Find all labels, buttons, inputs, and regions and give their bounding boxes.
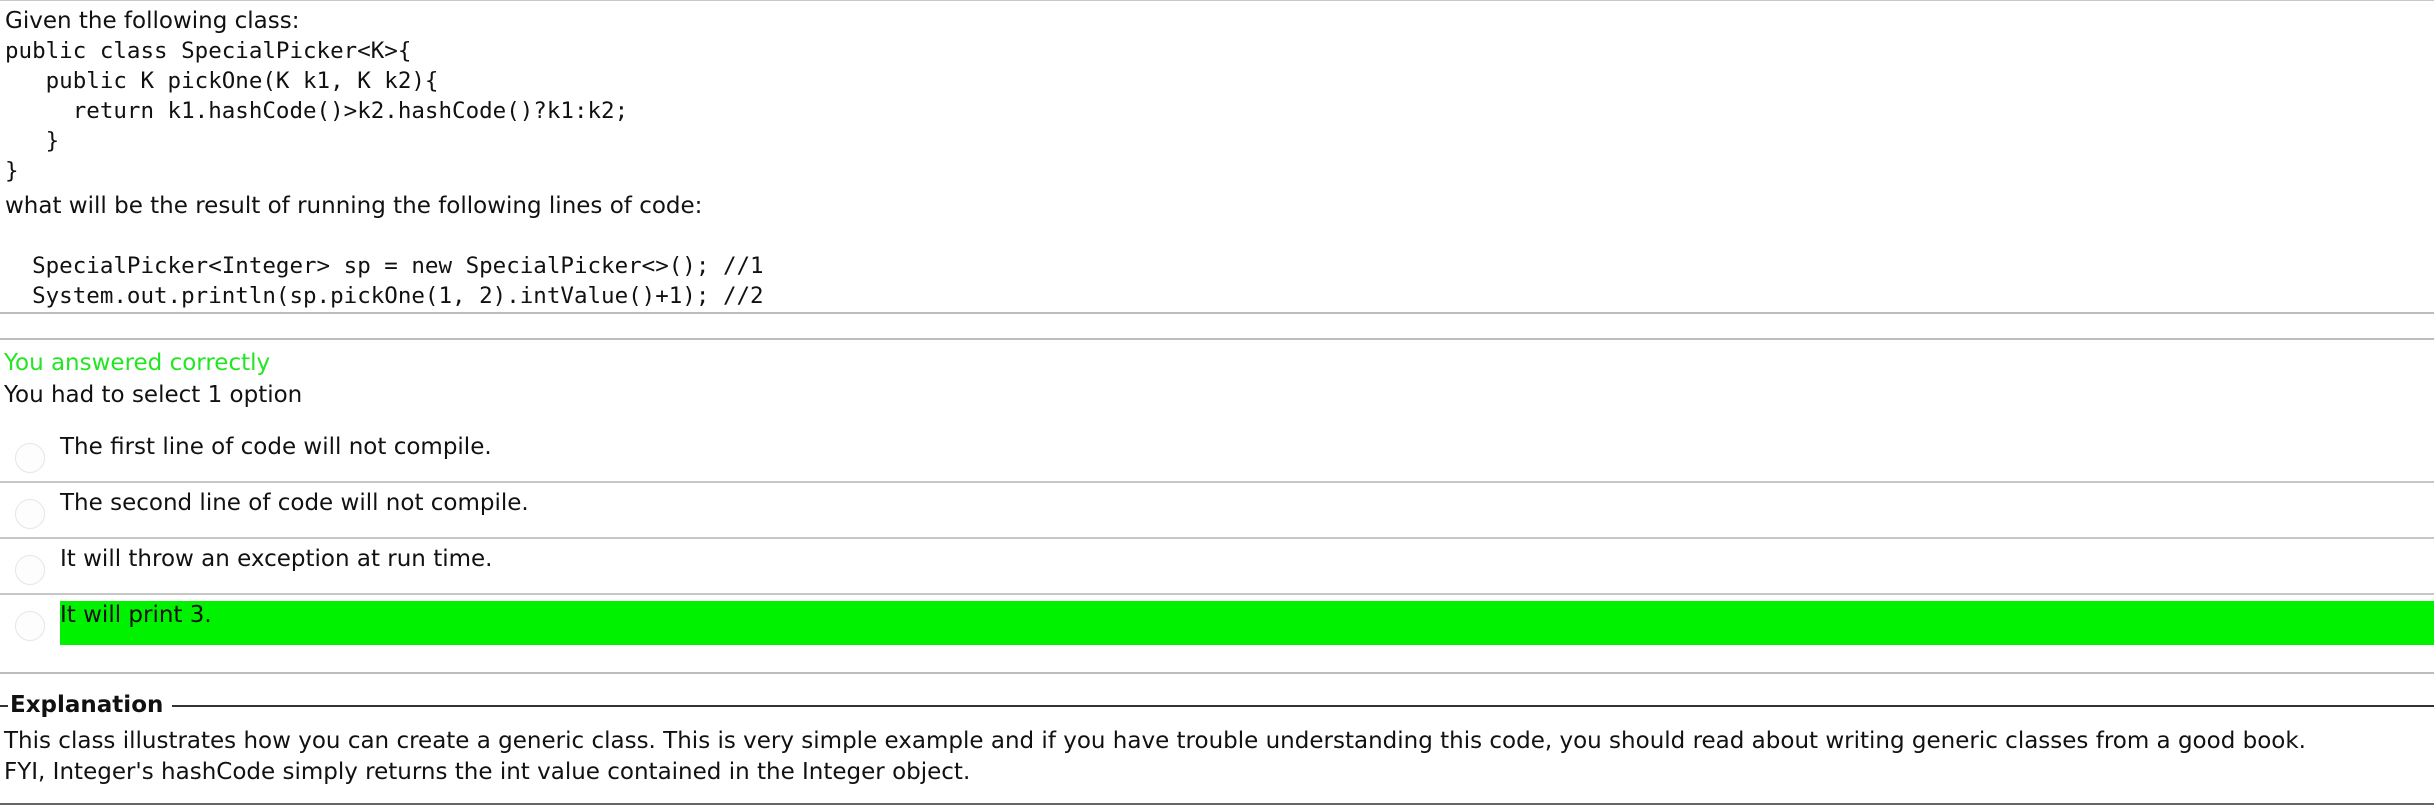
answer-panel: You answered correctly You had to select… — [0, 338, 2434, 674]
code-line-5: } — [5, 158, 19, 184]
radio-button-icon[interactable] — [15, 499, 45, 529]
bottom-divider — [0, 803, 2434, 805]
answer-option-3[interactable]: It will throw an exception at run time. — [0, 540, 2434, 595]
code-line-2: public K pickOne(K k1, K k2){ — [5, 68, 439, 94]
code-line-4: } — [5, 128, 60, 154]
answer-status: You answered correctly — [4, 350, 271, 376]
radio-button-icon[interactable] — [15, 611, 45, 641]
radio-button-icon[interactable] — [15, 443, 45, 473]
answer-option-1[interactable]: The first line of code will not compile. — [0, 428, 2434, 483]
selected-answer-highlight — [60, 601, 2434, 645]
snippet-line-1: SpecialPicker<Integer> sp = new SpecialP… — [5, 253, 764, 279]
question-prompt: what will be the result of running the f… — [5, 193, 703, 219]
radio-button-icon[interactable] — [15, 555, 45, 585]
answer-option-4[interactable]: It will print 3. — [0, 596, 2434, 651]
answer-option-2[interactable]: The second line of code will not compile… — [0, 484, 2434, 539]
selection-instructions: You had to select 1 option — [4, 382, 303, 408]
explanation-line-1: This class illustrates how you can creat… — [4, 728, 2306, 754]
answer-option-label: It will throw an exception at run time. — [60, 546, 493, 572]
code-line-1: public class SpecialPicker<K>{ — [5, 38, 412, 64]
answer-option-label: It will print 3. — [60, 602, 212, 628]
explanation-divider-left — [0, 705, 8, 707]
explanation-title: Explanation — [10, 692, 164, 718]
question-intro: Given the following class: — [5, 8, 300, 34]
answer-option-label: The first line of code will not compile. — [60, 434, 492, 460]
explanation-divider-right — [172, 705, 2434, 707]
question-panel: Given the following class: public class … — [0, 0, 2434, 314]
snippet-line-2: System.out.println(sp.pickOne(1, 2).intV… — [5, 283, 764, 309]
explanation-line-2: FYI, Integer's hashCode simply returns t… — [4, 759, 971, 785]
explanation-section: Explanation This class illustrates how y… — [0, 690, 2434, 808]
code-line-3: return k1.hashCode()>k2.hashCode()?k1:k2… — [5, 98, 629, 124]
answer-option-label: The second line of code will not compile… — [60, 490, 529, 516]
